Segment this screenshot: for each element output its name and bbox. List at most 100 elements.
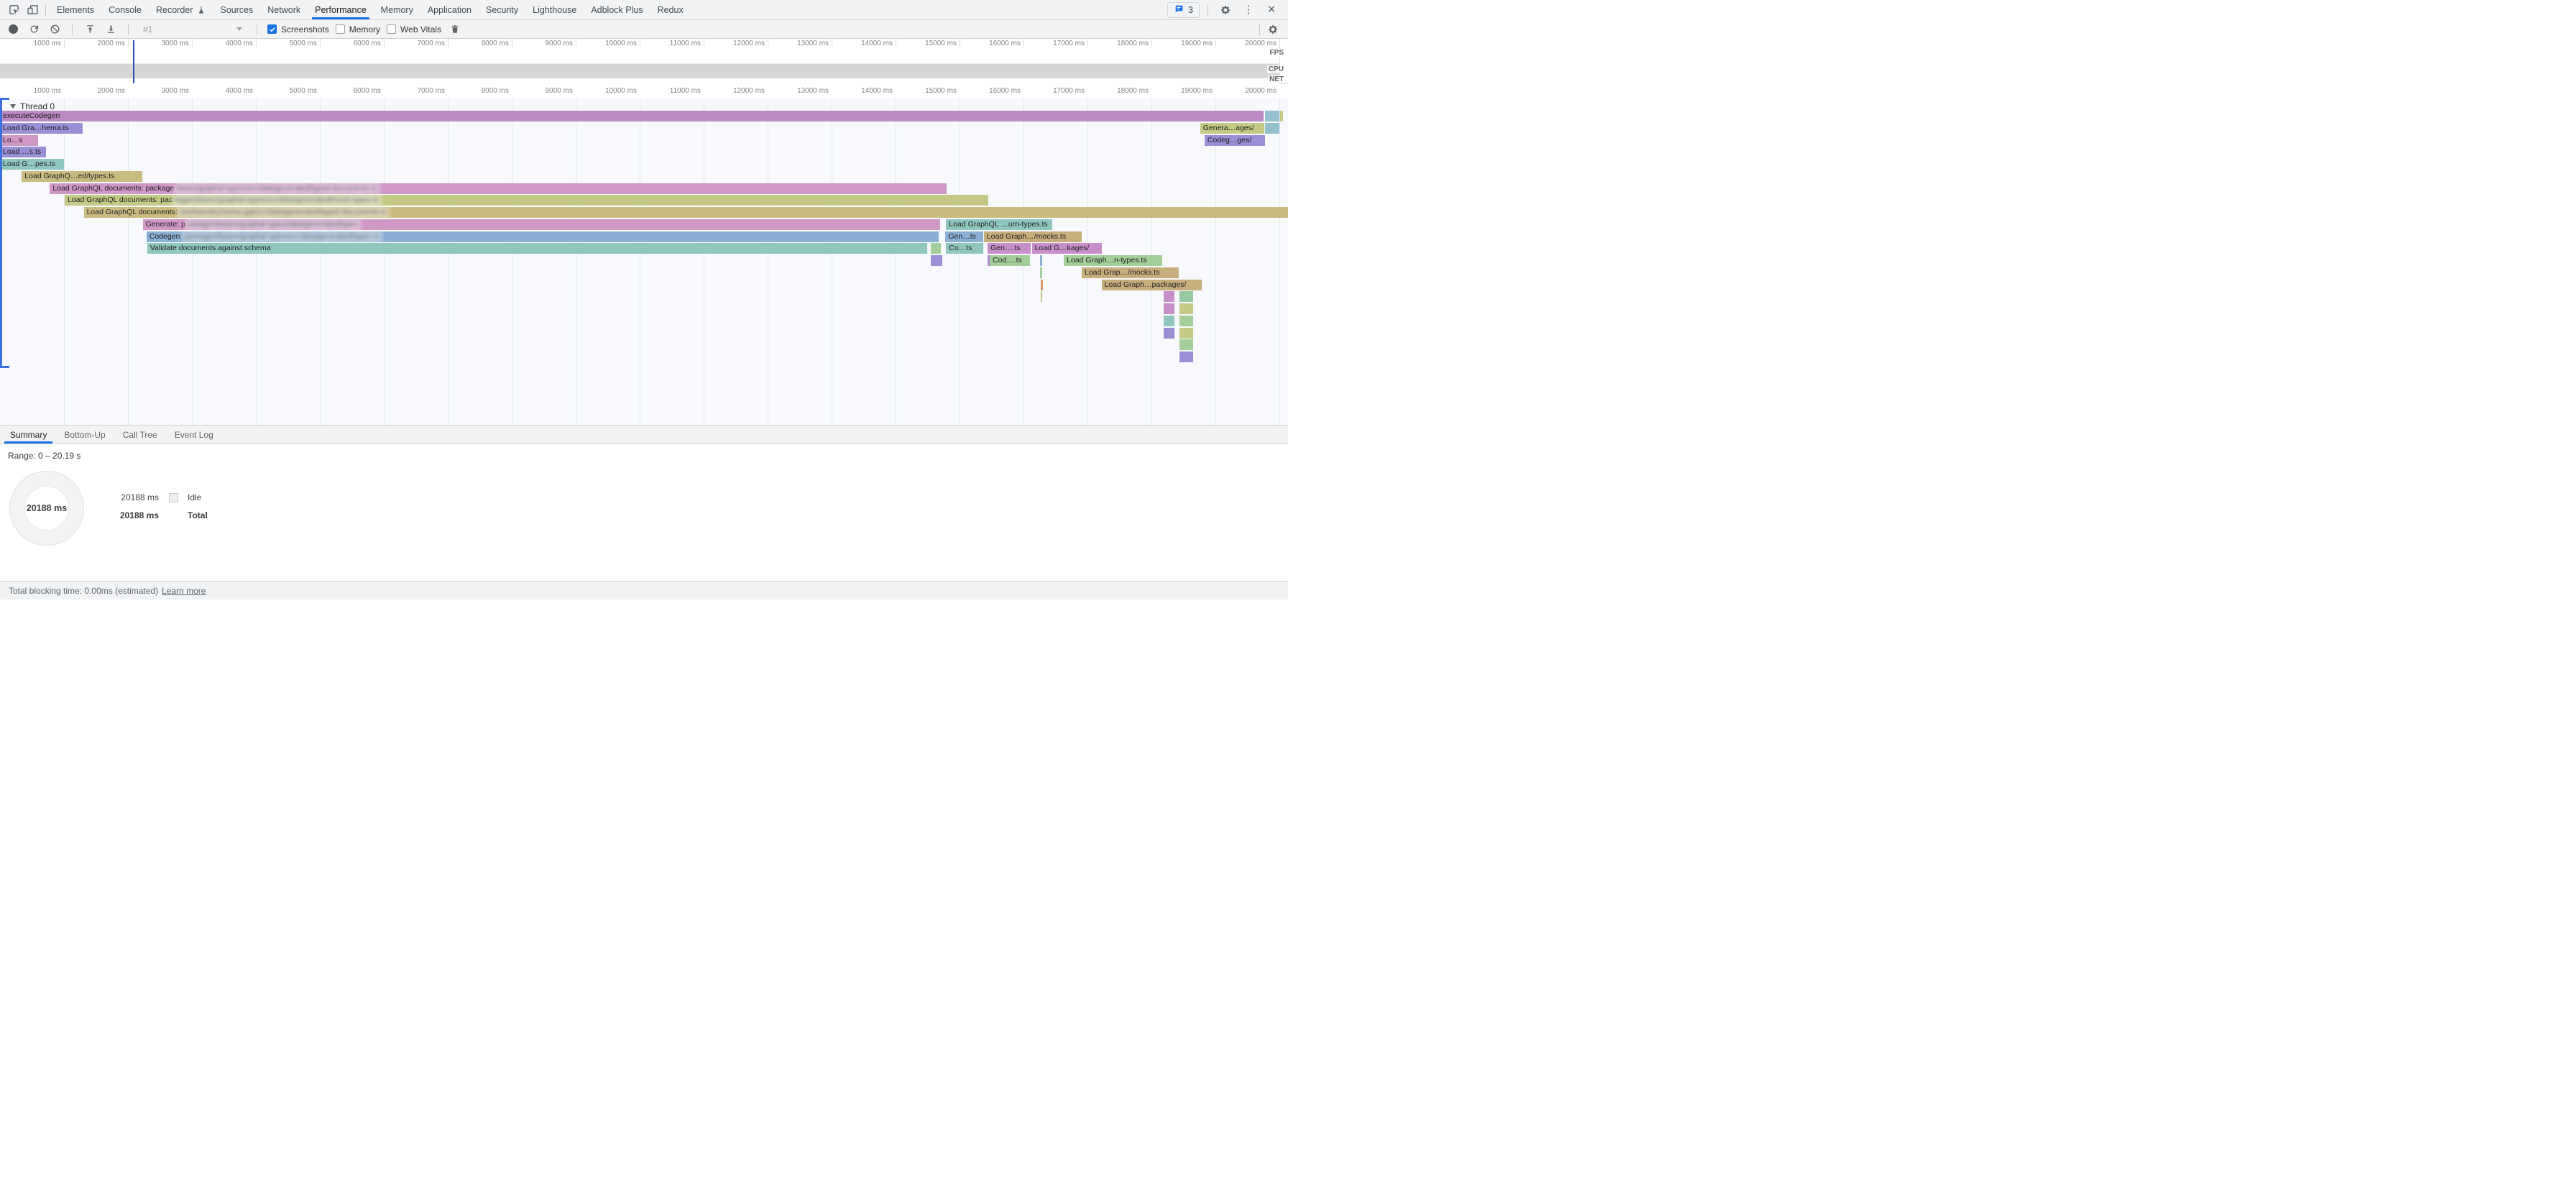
tab-label: Call Tree — [123, 430, 157, 440]
tab-label: Memory — [381, 5, 413, 15]
flame-event[interactable] — [1040, 267, 1042, 278]
tab-network[interactable]: Network — [260, 0, 308, 19]
inspect-element-icon[interactable] — [4, 1, 23, 19]
flame-event[interactable]: Cod….ts — [990, 255, 1030, 266]
tab-call-tree[interactable]: Call Tree — [114, 426, 166, 444]
flame-event-label: Gen…ts — [945, 231, 979, 242]
flame-event[interactable]: Load GraphQ…ed/types.ts — [22, 171, 142, 182]
flame-event[interactable] — [1179, 339, 1193, 350]
flame-event-redacted-text: ackages/bases/graphal-types/data/generat… — [185, 219, 361, 230]
tab-event-log[interactable]: Event Log — [166, 426, 222, 444]
tab-recorder[interactable]: Recorder — [149, 0, 213, 19]
flame-event[interactable] — [1179, 291, 1193, 302]
flame-event[interactable] — [1040, 255, 1042, 266]
flame-event[interactable] — [1179, 352, 1193, 362]
reload-and-profile-icon[interactable] — [27, 22, 41, 37]
tab-label: Bottom-Up — [64, 430, 105, 440]
screenshots-checkbox-group[interactable]: Screenshots — [267, 24, 329, 35]
flame-event[interactable]: Load Graph…packages/ — [1102, 280, 1202, 290]
flame-event[interactable]: Codegen: packages/bases/graphal-types/sr… — [147, 231, 939, 242]
tab-summary[interactable]: Summary — [1, 426, 55, 444]
flame-event[interactable] — [1164, 303, 1174, 314]
time-tick-label: 17000 ms — [1023, 87, 1085, 95]
flame-event[interactable] — [1179, 316, 1193, 326]
close-devtools-icon[interactable]: × — [1262, 1, 1281, 19]
flame-event-label: Co…ts — [946, 243, 975, 254]
flame-event[interactable]: Gen….ts — [988, 243, 1031, 254]
trash-icon[interactable] — [448, 22, 462, 37]
flame-event[interactable] — [1280, 111, 1283, 121]
flame-event[interactable]: Load G…pes.ts — [0, 159, 64, 170]
tab-application[interactable]: Application — [420, 0, 479, 19]
thread-label: Thread 0 — [20, 101, 55, 111]
save-profile-icon[interactable] — [104, 22, 118, 37]
memory-checkbox-group[interactable]: Memory — [336, 24, 380, 35]
tab-elements[interactable]: Elements — [50, 0, 101, 19]
history-dropdown[interactable]: #1 — [139, 22, 247, 36]
tab-performance[interactable]: Performance — [308, 0, 374, 19]
flame-event[interactable]: Validate documents against schema — [147, 243, 927, 254]
flame-event[interactable]: Load GraphQL documents: packages/bases/g… — [65, 195, 988, 206]
flame-event[interactable] — [1179, 328, 1193, 339]
timeline-overview[interactable]: 1000 ms2000 ms3000 ms4000 ms5000 ms6000 … — [0, 39, 1288, 84]
flame-event[interactable]: Load …s.ts — [0, 147, 46, 157]
kebab-menu-icon[interactable]: ⋮ — [1239, 1, 1258, 19]
flame-event[interactable]: Load GraphQL documents: es/shared/schema… — [84, 207, 1288, 218]
screenshots-checkbox[interactable] — [267, 24, 277, 34]
settings-gear-icon[interactable] — [1216, 1, 1235, 19]
flame-event[interactable]: Load Graph…n-types.ts — [1064, 255, 1162, 266]
clear-icon[interactable] — [47, 22, 62, 37]
flame-event[interactable]: Load GraphQL …urn-types.ts — [946, 219, 1052, 230]
flame-event[interactable] — [931, 243, 941, 254]
tab-bottom-up[interactable]: Bottom-Up — [55, 426, 114, 444]
time-tick-label: 7000 ms — [383, 40, 445, 47]
chevron-down-icon — [236, 27, 242, 31]
flame-event[interactable]: Co…ts — [946, 243, 983, 254]
web-vitals-checkbox[interactable] — [387, 24, 396, 34]
flame-event[interactable] — [1041, 280, 1043, 290]
flame-chart[interactable]: 1000 ms2000 ms3000 ms4000 ms5000 ms6000 … — [0, 84, 1288, 425]
flame-event[interactable]: Load GraphQL documents: packagebases/gra… — [50, 183, 947, 194]
time-tick-label: 15000 ms — [895, 87, 957, 95]
flame-event[interactable] — [1265, 123, 1279, 134]
flame-event[interactable]: Lo…s — [0, 135, 38, 146]
flame-event[interactable] — [1164, 328, 1174, 339]
tab-console[interactable]: Console — [101, 0, 149, 19]
tab-lighthouse[interactable]: Lighthouse — [525, 0, 584, 19]
flame-event[interactable]: Load Gra…hema.ts — [0, 123, 83, 134]
learn-more-link[interactable]: Learn more — [162, 586, 206, 596]
flame-event[interactable] — [1041, 291, 1042, 302]
flame-event-label: Load Graph…n-types.ts — [1064, 255, 1149, 266]
memory-checkbox[interactable] — [336, 24, 345, 34]
summary-legend: 20188 ms Idle 20188 ms Total — [119, 492, 208, 520]
tab-sources[interactable]: Sources — [213, 0, 260, 19]
load-profile-icon[interactable] — [83, 22, 97, 37]
flame-event[interactable]: Load G…kages/ — [1032, 243, 1102, 254]
time-tick-label: 8000 ms — [447, 40, 509, 47]
flame-event[interactable] — [931, 255, 942, 266]
tab-memory[interactable]: Memory — [374, 0, 420, 19]
tab-security[interactable]: Security — [479, 0, 525, 19]
record-button[interactable] — [6, 22, 20, 37]
flame-event[interactable] — [1164, 291, 1174, 302]
flame-event[interactable]: executeCodegen — [0, 111, 1264, 121]
flame-event[interactable]: Genera…ages/ — [1200, 123, 1265, 134]
flame-event[interactable]: Load Grap…/mocks.ts — [1082, 267, 1179, 278]
device-toolbar-icon[interactable] — [23, 1, 42, 19]
thread-track-header[interactable]: Thread 0 — [10, 101, 55, 111]
flame-event[interactable] — [1179, 303, 1193, 314]
flame-event[interactable] — [1164, 316, 1174, 326]
tab-adblock-plus[interactable]: Adblock Plus — [584, 0, 650, 19]
flame-event[interactable]: Generate: packages/bases/graphal-types/d… — [143, 219, 941, 230]
flame-event[interactable]: Load Graph…/mocks.ts — [984, 231, 1082, 242]
flame-event-label: Codegen: — [147, 231, 183, 242]
flame-event[interactable]: Gen…ts — [945, 231, 983, 242]
capture-settings-gear-icon[interactable] — [1264, 21, 1282, 38]
legend-row-total: 20188 ms Total — [119, 510, 208, 520]
tab-redux[interactable]: Redux — [650, 0, 691, 19]
devtools-tab-bar: Elements Console Recorder Sources Networ… — [0, 0, 1288, 20]
flame-event[interactable] — [1265, 111, 1279, 121]
flame-event[interactable]: Codeg…ges/ — [1205, 135, 1265, 146]
web-vitals-checkbox-group[interactable]: Web Vitals — [387, 24, 441, 35]
issues-counter-button[interactable]: 3 — [1167, 2, 1200, 18]
